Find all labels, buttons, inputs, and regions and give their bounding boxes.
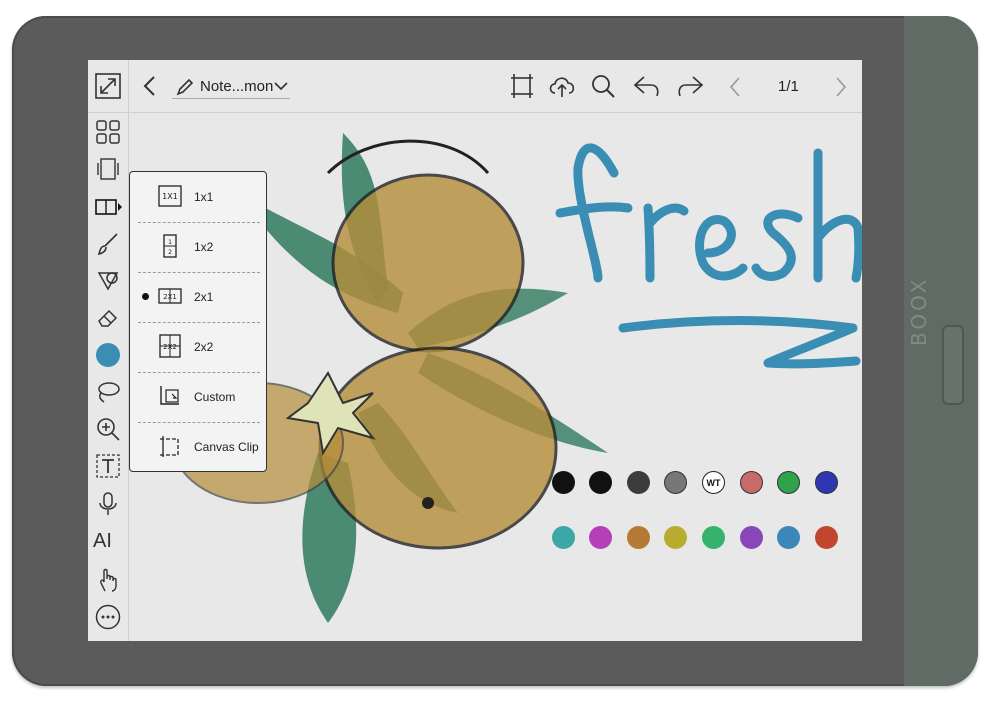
swatch-pink[interactable] <box>740 471 763 494</box>
layout-option-label: Canvas Clip <box>194 440 259 454</box>
swatch-magenta[interactable] <box>589 526 612 549</box>
fresh-handwriting <box>555 143 862 369</box>
page-indicator: 1/1 <box>778 78 799 95</box>
layout-option-label: 1x2 <box>194 240 214 254</box>
svg-text:2X1: 2X1 <box>163 293 177 301</box>
layout-option-2x1[interactable]: 2X1 2x1 <box>130 272 265 322</box>
pen-icon <box>174 76 196 98</box>
expand-icon[interactable] <box>94 72 122 100</box>
back-icon[interactable] <box>138 74 160 98</box>
swatch-steel-blue[interactable] <box>777 526 800 549</box>
layout-option-canvas-clip[interactable]: Canvas Clip <box>130 422 265 472</box>
swatch-olive[interactable] <box>664 526 687 549</box>
svg-text:1X1: 1X1 <box>162 192 178 201</box>
shape-icon[interactable] <box>94 267 122 295</box>
brand-logo: BOOX <box>907 276 931 346</box>
crop-icon[interactable] <box>509 72 535 100</box>
swatch-blue[interactable] <box>815 471 838 494</box>
ai-button[interactable]: AI <box>93 530 112 553</box>
next-page-icon[interactable] <box>832 74 850 100</box>
page-icon[interactable] <box>94 155 122 183</box>
text-icon[interactable] <box>94 452 122 480</box>
gesture-icon[interactable] <box>94 566 122 594</box>
eraser-icon[interactable] <box>94 304 122 332</box>
svg-text:2: 2 <box>168 249 172 256</box>
grid-icon[interactable] <box>94 118 122 146</box>
canvas-clip-icon <box>158 434 182 458</box>
chevron-down-icon[interactable] <box>274 80 288 92</box>
swatch-emerald[interactable] <box>702 526 725 549</box>
document-title[interactable]: Note...mon <box>200 78 273 95</box>
layout-icon[interactable] <box>92 194 124 220</box>
selected-indicator <box>142 293 149 300</box>
layout-menu: 1X1 1x1 12 1x2 2X1 2x1 2X2 2x2 Custom Ca… <box>129 171 267 472</box>
brush-icon[interactable] <box>94 230 122 258</box>
layout-option-1x1[interactable]: 1X1 1x1 <box>130 172 265 222</box>
layout-option-label: 2x2 <box>194 340 214 354</box>
layout-2x1-icon: 2X1 <box>158 284 182 308</box>
swatch-dark-gray[interactable] <box>627 471 650 494</box>
top-toolbar: Note...mon 1/1 <box>88 60 862 113</box>
title-underline <box>172 98 290 99</box>
swatch-black-1[interactable] <box>552 471 575 494</box>
layout-option-1x2[interactable]: 12 1x2 <box>130 222 265 272</box>
svg-text:1: 1 <box>168 239 172 246</box>
layout-option-label: 1x1 <box>194 190 214 204</box>
lasso-icon[interactable] <box>94 378 122 406</box>
swatch-black-2[interactable] <box>589 471 612 494</box>
left-sidebar: AI <box>88 60 129 641</box>
swatch-teal[interactable] <box>552 526 575 549</box>
color-icon[interactable] <box>94 341 122 369</box>
mic-icon[interactable] <box>94 490 122 518</box>
undo-icon[interactable] <box>633 72 661 100</box>
layout-1x2-icon: 12 <box>158 234 182 258</box>
search-icon[interactable] <box>589 72 617 100</box>
swatch-purple[interactable] <box>740 526 763 549</box>
swatch-gray[interactable] <box>664 471 687 494</box>
page-turn-button[interactable] <box>942 325 964 405</box>
layout-option-label: 2x1 <box>194 290 214 304</box>
zoom-icon[interactable] <box>94 415 122 443</box>
swatch-green[interactable] <box>777 471 800 494</box>
layout-option-custom[interactable]: Custom <box>130 372 265 422</box>
swatch-red[interactable] <box>815 526 838 549</box>
redo-icon[interactable] <box>676 72 704 100</box>
swatch-white[interactable]: WT <box>702 471 725 494</box>
swatch-ochre[interactable] <box>627 526 650 549</box>
layout-2x2-icon: 2X2 <box>158 334 182 358</box>
cloud-sync-icon[interactable] <box>547 72 577 100</box>
layout-1x1-icon: 1X1 <box>158 184 182 208</box>
more-icon[interactable] <box>94 603 122 631</box>
layout-option-label: Custom <box>194 390 236 404</box>
svg-text:2X2: 2X2 <box>163 343 177 351</box>
layout-option-2x2[interactable]: 2X2 2x2 <box>130 322 265 372</box>
device-grip <box>904 16 978 686</box>
prev-page-icon[interactable] <box>726 74 744 100</box>
custom-icon <box>158 384 182 408</box>
